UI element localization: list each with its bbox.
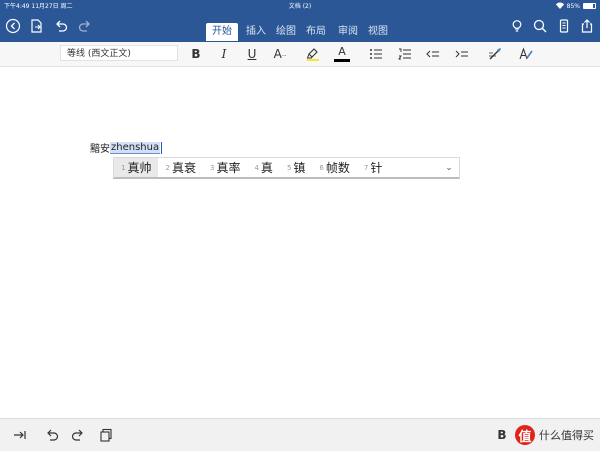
decrease-indent-icon[interactable]	[423, 45, 443, 63]
tab-home[interactable]: 开始	[206, 23, 238, 41]
font-color-button[interactable]: A	[332, 45, 352, 63]
ime-candidate-bar: 1 真帅 2 真衰 3 真率 4 真 5 镇 6 帧数 7 针 ⌄	[113, 157, 460, 179]
battery-icon	[583, 3, 596, 9]
candidate-text: 帧数	[325, 161, 350, 175]
candidate-index: 5	[286, 163, 292, 172]
font-color-glyph: A	[338, 45, 346, 58]
back-icon[interactable]	[5, 18, 21, 34]
numbering-icon[interactable]	[395, 45, 415, 63]
font-name-selector[interactable]: 等线 (西文正文)	[60, 45, 178, 61]
tab-view[interactable]: 视图	[362, 23, 394, 41]
candidate-index: 4	[254, 163, 259, 172]
document-title: 文档 (2)	[288, 3, 312, 10]
title-bar: 下午4:49 11月27日 周二 文档 (2) 85% 开始 插入 绘图 布局 …	[0, 0, 600, 42]
ime-candidate[interactable]: 7 针	[357, 158, 389, 177]
wifi-icon	[555, 1, 564, 11]
ime-composition-text: zhenshua	[110, 141, 161, 154]
underline-button[interactable]: U	[242, 45, 262, 63]
bottom-undo-icon[interactable]	[42, 425, 62, 445]
ime-candidate[interactable]: 1 真帅	[114, 158, 159, 177]
text-caret	[161, 141, 163, 154]
paste-icon[interactable]	[96, 425, 116, 445]
candidate-index: 7	[363, 163, 369, 172]
increase-indent-icon[interactable]	[452, 45, 472, 63]
tab-insert[interactable]: 插入	[240, 23, 272, 41]
phone-view-icon[interactable]	[556, 18, 572, 34]
search-icon[interactable]	[532, 18, 548, 34]
candidate-index: 2	[165, 163, 170, 172]
watermark: 值 什么值得买	[515, 424, 594, 446]
candidate-index: 6	[319, 163, 324, 172]
keyboard-shortcut-bar: B I 值 什么值得买	[0, 418, 600, 451]
bold-button[interactable]: B	[186, 45, 206, 63]
watermark-text: 什么值得买	[539, 429, 594, 442]
bullets-icon[interactable]	[366, 45, 386, 63]
ime-candidate[interactable]: 5 镇	[280, 158, 312, 177]
font-size-glyph: A	[273, 47, 282, 61]
lightbulb-icon[interactable]	[509, 18, 525, 34]
ime-candidate[interactable]: 3 真率	[203, 158, 247, 177]
font-color-swatch	[334, 59, 350, 62]
tab-key-icon[interactable]	[10, 425, 30, 445]
bottom-bold-button[interactable]: B	[492, 425, 512, 445]
highlighter-icon[interactable]	[303, 45, 323, 63]
candidate-index: 3	[209, 163, 215, 172]
ime-candidate[interactable]: 2 真衰	[158, 158, 202, 177]
bottom-redo-icon[interactable]	[68, 425, 88, 445]
font-size-dots: ..	[281, 50, 287, 58]
committed-text: 黯安	[90, 144, 110, 155]
ribbon-toolbar: 等线 (西文正文) B I U A .. A	[0, 42, 600, 67]
status-time: 下午4:49 11月27日 周二	[4, 3, 73, 10]
styles-brush-icon[interactable]	[485, 45, 505, 63]
tab-draw[interactable]: 绘图	[270, 23, 302, 41]
candidate-index: 1	[121, 163, 126, 172]
expand-candidates-icon[interactable]: ⌄	[439, 163, 459, 173]
undo-icon[interactable]	[53, 18, 69, 34]
ime-candidate[interactable]: 6 帧数	[312, 158, 356, 177]
candidate-text: 真帅	[127, 161, 152, 175]
candidate-text: 针	[370, 161, 383, 175]
text-styles-icon[interactable]	[516, 45, 536, 63]
battery-percent: 85%	[566, 2, 580, 10]
tab-review[interactable]: 审阅	[332, 23, 364, 41]
redo-icon[interactable]	[77, 18, 93, 34]
share-icon[interactable]	[579, 18, 595, 34]
candidate-text: 真率	[216, 161, 241, 175]
candidate-text: 真衰	[171, 161, 196, 175]
watermark-logo: 值	[515, 425, 535, 445]
status-right: 85%	[555, 1, 596, 11]
document-line[interactable]: 黯安 zhenshua	[90, 140, 163, 155]
file-icon[interactable]	[29, 18, 45, 34]
font-size-button[interactable]: A ..	[270, 45, 290, 63]
tab-layout[interactable]: 布局	[300, 23, 332, 41]
candidate-text: 真	[260, 161, 273, 175]
italic-button[interactable]: I	[214, 45, 234, 63]
ime-candidate[interactable]: 4 真	[247, 158, 279, 177]
candidate-text: 镇	[293, 161, 306, 175]
